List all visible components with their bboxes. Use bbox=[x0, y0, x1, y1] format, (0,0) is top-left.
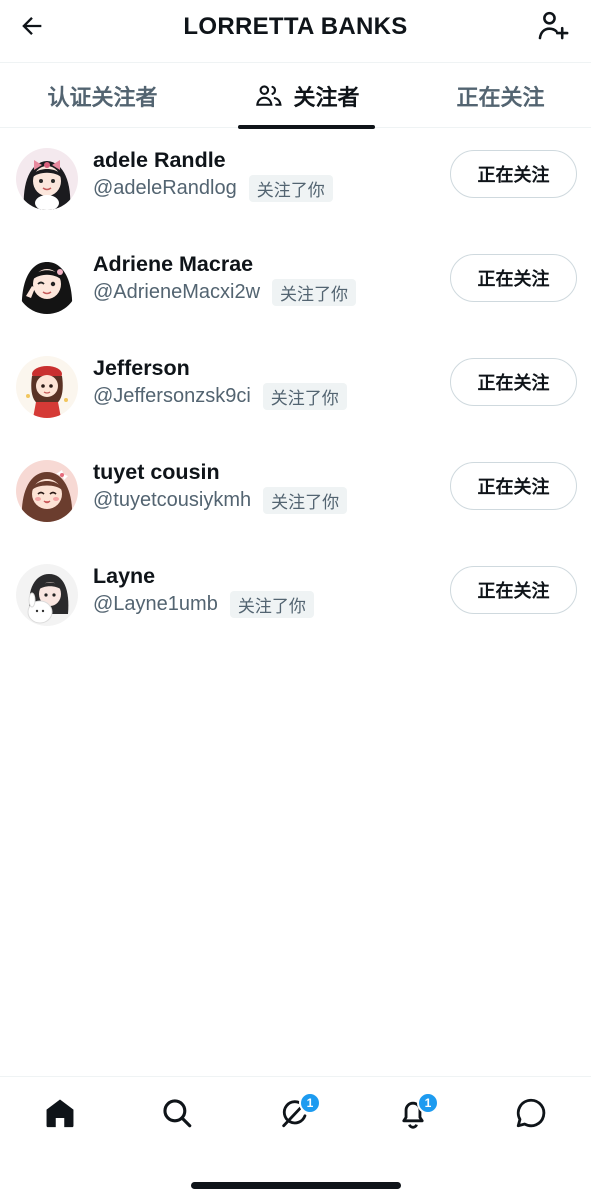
home-icon bbox=[43, 1096, 77, 1134]
tab-followers[interactable]: 关注者 bbox=[205, 63, 410, 128]
handle-line: @tuyetcousiykmh 关注了你 bbox=[93, 487, 348, 514]
handle-line: @Layne1umb 关注了你 bbox=[93, 591, 314, 618]
list-item[interactable]: Adriene Macrae @AdrieneMacxi2w 关注了你 正在关注 bbox=[0, 232, 591, 336]
follows-you-badge: 关注了你 bbox=[263, 487, 348, 514]
tab-label: 关注者 bbox=[293, 85, 360, 111]
nav-home[interactable] bbox=[30, 1091, 90, 1139]
list-item[interactable]: Jefferson @Jeffersonzsk9ci 关注了你 正在关注 bbox=[0, 336, 591, 440]
following-button[interactable]: 正在关注 bbox=[450, 254, 577, 302]
user-handle: @tuyetcousiykmh bbox=[93, 489, 252, 511]
add-user-icon bbox=[536, 9, 570, 47]
follows-you-badge: 关注了你 bbox=[262, 383, 347, 410]
list-item[interactable]: adele Randle @adeleRandlog 关注了你 正在关注 bbox=[0, 128, 591, 232]
follows-you-badge: 关注了你 bbox=[248, 175, 333, 202]
user-name: adele Randle bbox=[93, 148, 226, 172]
handle-line: @Jeffersonzsk9ci 关注了你 bbox=[93, 383, 347, 410]
tab-bar: 认证关注者 关注者 正在关注 bbox=[0, 62, 591, 129]
page-title: LORRETTA BANKS bbox=[183, 13, 408, 40]
tab-verified-followers[interactable]: 认证关注者 bbox=[0, 63, 205, 128]
avatar[interactable] bbox=[16, 460, 78, 522]
follower-list: adele Randle @adeleRandlog 关注了你 正在关注 Adr… bbox=[0, 128, 591, 648]
search-icon bbox=[160, 1096, 194, 1134]
list-item[interactable]: tuyet cousin @tuyetcousiykmh 关注了你 正在关注 bbox=[0, 440, 591, 544]
list-item[interactable]: Layne @Layne1umb 关注了你 正在关注 bbox=[0, 544, 591, 648]
user-handle: @Layne1umb bbox=[93, 593, 218, 615]
notification-badge: 1 bbox=[299, 1092, 321, 1114]
avatar[interactable] bbox=[16, 252, 78, 314]
user-handle: @adeleRandlog bbox=[93, 177, 237, 199]
tab-following[interactable]: 正在关注 bbox=[410, 63, 591, 128]
home-indicator bbox=[191, 1182, 401, 1189]
user-handle: @AdrieneMacxi2w bbox=[93, 281, 261, 303]
top-bar: LORRETTA BANKS bbox=[0, 0, 591, 62]
nav-grok[interactable]: 1 bbox=[265, 1091, 325, 1139]
follows-you-badge: 关注了你 bbox=[229, 591, 314, 618]
tab-label: 正在关注 bbox=[456, 85, 545, 111]
add-user-button[interactable] bbox=[531, 6, 575, 50]
chat-icon bbox=[514, 1096, 548, 1134]
user-handle: @Jeffersonzsk9ci bbox=[93, 385, 251, 407]
handle-line: @adeleRandlog 关注了你 bbox=[93, 175, 333, 202]
people-icon bbox=[255, 82, 283, 110]
user-name: Jefferson bbox=[93, 356, 190, 380]
follows-you-badge: 关注了你 bbox=[272, 279, 357, 306]
avatar[interactable] bbox=[16, 148, 78, 210]
notification-badge: 1 bbox=[417, 1092, 439, 1114]
user-name: tuyet cousin bbox=[93, 460, 220, 484]
nav-notifications[interactable]: 1 bbox=[383, 1091, 443, 1139]
following-button[interactable]: 正在关注 bbox=[450, 462, 577, 510]
handle-line: @AdrieneMacxi2w 关注了你 bbox=[93, 279, 357, 306]
nav-messages[interactable] bbox=[501, 1091, 561, 1139]
avatar[interactable] bbox=[16, 356, 78, 418]
followers-screen: LORRETTA BANKS 认证关注者 关注者 正在关注 adele Rand… bbox=[0, 0, 591, 1200]
user-name: Layne bbox=[93, 564, 156, 588]
avatar[interactable] bbox=[16, 564, 78, 626]
nav-search[interactable] bbox=[147, 1091, 207, 1139]
user-name: Adriene Macrae bbox=[93, 252, 254, 276]
tab-label: 认证关注者 bbox=[47, 85, 158, 111]
following-button[interactable]: 正在关注 bbox=[450, 358, 577, 406]
following-button[interactable]: 正在关注 bbox=[450, 150, 577, 198]
following-button[interactable]: 正在关注 bbox=[450, 566, 577, 614]
